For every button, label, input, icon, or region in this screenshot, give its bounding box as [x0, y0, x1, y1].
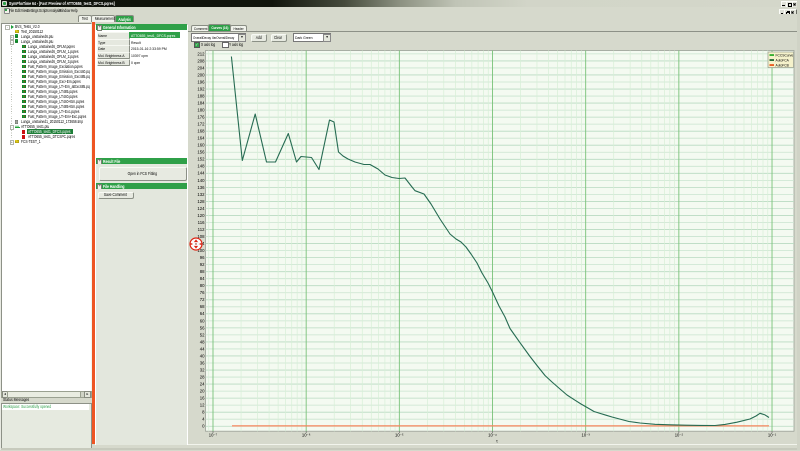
- svg-text:20: 20: [200, 389, 205, 394]
- svg-text:160: 160: [197, 143, 205, 148]
- svg-text:36: 36: [200, 360, 205, 365]
- svg-text:136: 136: [197, 185, 205, 190]
- svg-text:84: 84: [200, 276, 205, 281]
- svg-text:152: 152: [197, 157, 205, 162]
- svg-text:10⁻¹: 10⁻¹: [768, 432, 777, 437]
- svg-text:208: 208: [197, 58, 205, 63]
- svg-text:10⁻⁷: 10⁻⁷: [209, 432, 218, 437]
- svg-text:10⁻³: 10⁻³: [582, 432, 591, 437]
- svg-text:10⁻⁴: 10⁻⁴: [488, 432, 497, 437]
- svg-text:140: 140: [197, 178, 205, 183]
- svg-text:24: 24: [200, 381, 205, 386]
- svg-text:200: 200: [197, 72, 205, 77]
- svg-text:10⁻⁶: 10⁻⁶: [302, 432, 311, 437]
- svg-text:48: 48: [200, 339, 205, 344]
- svg-text:12: 12: [200, 403, 205, 408]
- svg-text:192: 192: [197, 86, 205, 91]
- svg-text:10⁻²: 10⁻²: [675, 432, 684, 437]
- svg-text:196: 196: [197, 79, 205, 84]
- svg-text:132: 132: [197, 192, 205, 197]
- svg-text:168: 168: [197, 129, 205, 134]
- svg-text:8: 8: [202, 410, 205, 415]
- svg-text:72: 72: [200, 297, 205, 302]
- svg-text:212: 212: [197, 51, 205, 56]
- svg-text:28: 28: [200, 374, 205, 379]
- svg-text:AutoFCA: AutoFCA: [776, 59, 790, 63]
- svg-text:68: 68: [200, 304, 205, 309]
- svg-text:112: 112: [198, 227, 205, 232]
- svg-text:80: 80: [200, 283, 205, 288]
- svg-text:92: 92: [200, 262, 205, 267]
- svg-text:172: 172: [197, 122, 205, 127]
- svg-text:144: 144: [197, 171, 205, 176]
- svg-text:AutoFCB: AutoFCB: [776, 64, 790, 68]
- svg-text:4: 4: [202, 417, 205, 422]
- svg-text:204: 204: [197, 65, 205, 70]
- svg-text:10⁻⁵: 10⁻⁵: [395, 432, 404, 437]
- svg-text:16: 16: [200, 396, 205, 401]
- svg-text:44: 44: [200, 346, 205, 351]
- svg-text:128: 128: [197, 199, 205, 204]
- svg-text:60: 60: [200, 318, 205, 323]
- svg-text:40: 40: [200, 353, 205, 358]
- svg-text:88: 88: [200, 269, 205, 274]
- svg-text:180: 180: [197, 108, 205, 113]
- svg-text:64: 64: [200, 311, 205, 316]
- svg-text:120: 120: [197, 213, 205, 218]
- svg-text:116: 116: [198, 220, 205, 225]
- svg-text:148: 148: [197, 164, 205, 169]
- svg-text:176: 176: [197, 115, 205, 120]
- svg-text:52: 52: [200, 332, 205, 337]
- svg-text:56: 56: [200, 325, 205, 330]
- svg-text:124: 124: [197, 206, 205, 211]
- svg-text:32: 32: [200, 367, 205, 372]
- svg-text:164: 164: [197, 136, 205, 141]
- svg-text:96: 96: [200, 255, 205, 260]
- svg-text:76: 76: [200, 290, 205, 295]
- svg-text:188: 188: [197, 93, 205, 98]
- svg-text:184: 184: [197, 100, 205, 105]
- svg-text:FCCSCurve: FCCSCurve: [776, 54, 794, 58]
- svg-text:156: 156: [197, 150, 205, 155]
- svg-text:0: 0: [202, 424, 205, 429]
